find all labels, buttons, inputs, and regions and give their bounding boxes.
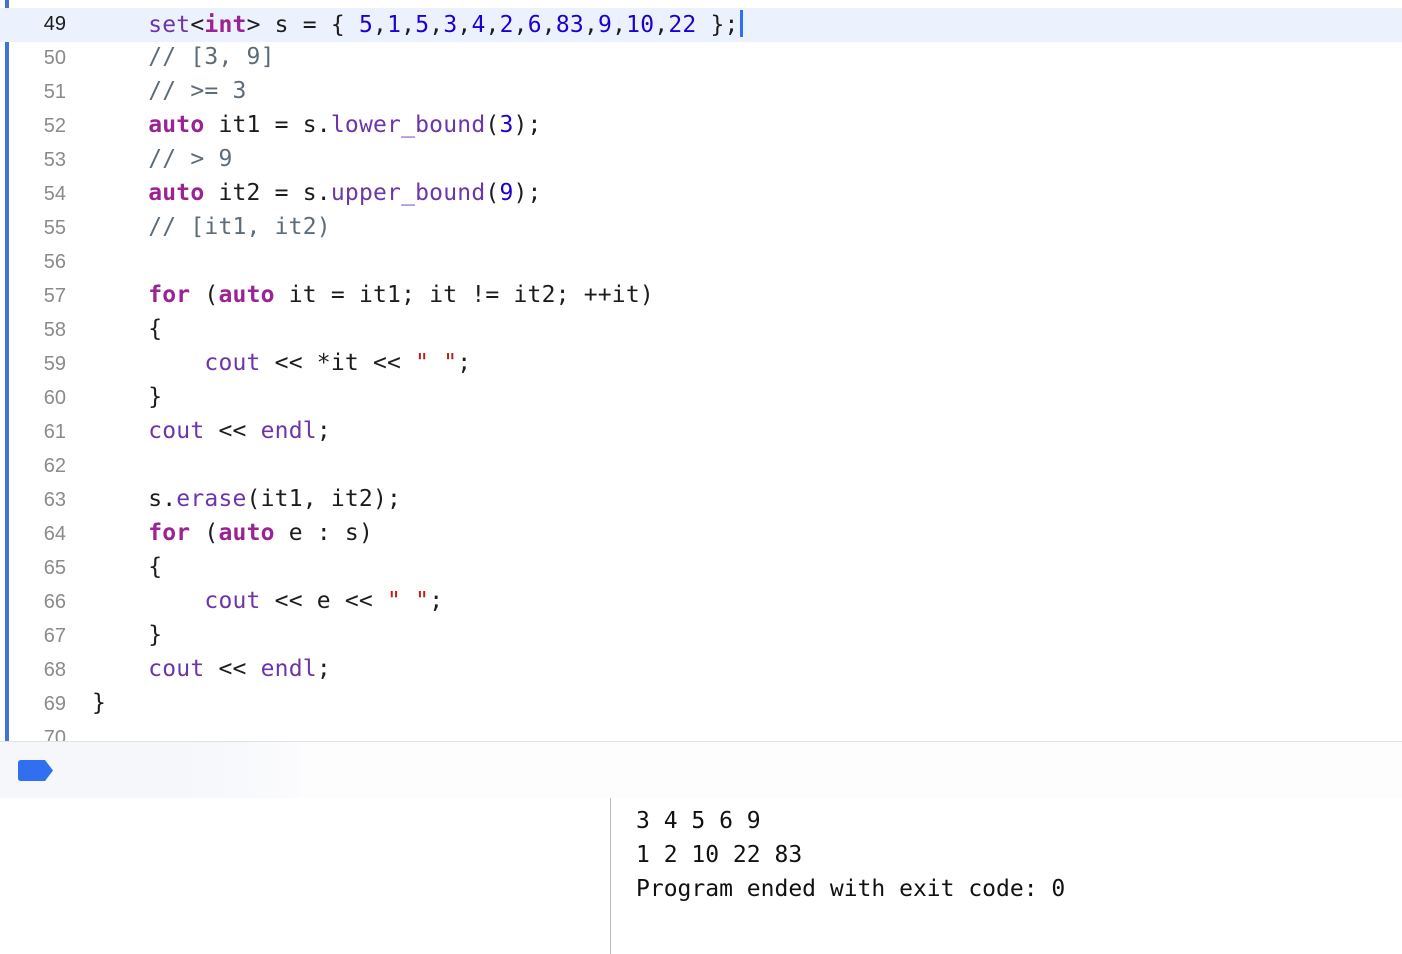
code-text[interactable]: } (92, 690, 106, 716)
code-line[interactable]: 67 } (0, 620, 1402, 654)
line-number[interactable]: 53 (14, 149, 66, 172)
line-number[interactable]: 69 (14, 693, 66, 716)
line-number[interactable]: 57 (14, 285, 66, 308)
code-line[interactable]: 51 // >= 3 (0, 76, 1402, 110)
code-line[interactable]: 59 cout << *it << " "; (0, 348, 1402, 382)
source-editor[interactable]: 49 set<int> s = { 5,1,5,3,4,2,6,83,9,10,… (0, 0, 1402, 741)
line-number[interactable]: 52 (14, 115, 66, 138)
console-output[interactable]: 3 4 5 6 9 1 2 10 22 83 Program ended wit… (611, 798, 1402, 954)
code-text[interactable]: } (92, 622, 162, 648)
line-number[interactable]: 68 (14, 659, 66, 682)
code-text[interactable]: auto it1 = s.lower_bound(3); (92, 112, 542, 138)
line-number[interactable]: 50 (14, 47, 66, 70)
line-number[interactable]: 66 (14, 591, 66, 614)
line-number[interactable]: 49 (14, 13, 66, 36)
line-number[interactable]: 58 (14, 319, 66, 342)
line-number[interactable]: 62 (14, 455, 66, 478)
variables-view[interactable] (0, 798, 611, 954)
code-text[interactable]: cout << e << " "; (92, 588, 443, 614)
code-text[interactable]: // [3, 9] (92, 44, 275, 70)
code-line[interactable]: 55 // [it1, it2) (0, 212, 1402, 246)
code-text[interactable]: } (92, 384, 162, 410)
code-line[interactable]: 70 (0, 722, 1402, 741)
code-text[interactable]: cout << *it << " "; (92, 350, 471, 376)
code-line[interactable]: 62 (0, 450, 1402, 484)
code-line[interactable]: 54 auto it2 = s.upper_bound(9); (0, 178, 1402, 212)
code-text[interactable]: set<int> s = { 5,1,5,3,4,2,6,83,9,10,22 … (92, 10, 743, 38)
text-cursor (739, 10, 743, 37)
code-line[interactable]: 56 (0, 246, 1402, 280)
code-text[interactable]: auto it2 = s.upper_bound(9); (92, 180, 542, 206)
code-line[interactable]: 61 cout << endl; (0, 416, 1402, 450)
debug-bar (0, 741, 1402, 799)
line-number[interactable]: 70 (14, 727, 66, 741)
code-text[interactable]: { (92, 316, 162, 342)
code-line[interactable]: 64 for (auto e : s) (0, 518, 1402, 552)
line-number[interactable]: 65 (14, 557, 66, 580)
code-text[interactable]: // > 9 (92, 146, 233, 172)
code-text[interactable]: for (auto e : s) (92, 520, 373, 546)
line-number[interactable]: 61 (14, 421, 66, 444)
code-line[interactable]: 57 for (auto it = it1; it != it2; ++it) (0, 280, 1402, 314)
code-line[interactable]: 69} (0, 688, 1402, 722)
line-number[interactable]: 63 (14, 489, 66, 512)
code-line[interactable]: 58 { (0, 314, 1402, 348)
code-text[interactable]: // >= 3 (92, 78, 247, 104)
code-line[interactable]: 66 cout << e << " "; (0, 586, 1402, 620)
line-number[interactable]: 55 (14, 217, 66, 240)
code-line[interactable]: 65 { (0, 552, 1402, 586)
line-number[interactable]: 60 (14, 387, 66, 410)
code-line[interactable]: 52 auto it1 = s.lower_bound(3); (0, 110, 1402, 144)
line-number[interactable]: 56 (14, 251, 66, 274)
code-text[interactable]: for (auto it = it1; it != it2; ++it) (92, 282, 654, 308)
code-text[interactable]: s.erase(it1, it2); (92, 486, 401, 512)
line-number[interactable]: 54 (14, 183, 66, 206)
console-line: 3 4 5 6 9 (636, 808, 761, 834)
code-line[interactable]: 53 // > 9 (0, 144, 1402, 178)
code-line[interactable]: 49 set<int> s = { 5,1,5,3,4,2,6,83,9,10,… (0, 8, 1402, 42)
code-line[interactable]: 68 cout << endl; (0, 654, 1402, 688)
console-line: Program ended with exit code: 0 (636, 876, 1066, 902)
breakpoints-toggle-icon[interactable] (18, 760, 53, 781)
code-text[interactable]: cout << endl; (92, 418, 331, 444)
line-number[interactable]: 51 (14, 81, 66, 104)
line-number[interactable]: 64 (14, 523, 66, 546)
code-text[interactable]: { (92, 554, 162, 580)
code-line[interactable]: 50 // [3, 9] (0, 42, 1402, 76)
code-text[interactable]: cout << endl; (92, 656, 331, 682)
console-line: 1 2 10 22 83 (636, 842, 803, 868)
line-number[interactable]: 67 (14, 625, 66, 648)
code-line[interactable]: 63 s.erase(it1, it2); (0, 484, 1402, 518)
code-line[interactable]: 60 } (0, 382, 1402, 416)
debug-area: 3 4 5 6 9 1 2 10 22 83 Program ended wit… (0, 798, 1402, 954)
line-number[interactable]: 59 (14, 353, 66, 376)
code-text[interactable]: // [it1, it2) (92, 214, 331, 240)
